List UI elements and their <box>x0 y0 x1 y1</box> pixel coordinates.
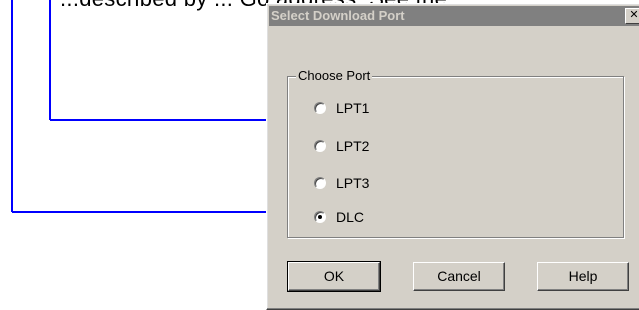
radio-label-lpt2: LPT2 <box>336 138 370 154</box>
dialog-titlebar[interactable]: Select Download Port ✕ <box>269 6 639 26</box>
help-button[interactable]: Help <box>537 262 629 291</box>
radio-selected-dot-icon <box>318 215 322 219</box>
radio-button-lpt3[interactable] <box>314 177 326 189</box>
group-label: Choose Port <box>296 68 373 84</box>
radio-button-dlc[interactable] <box>314 211 326 223</box>
select-download-port-dialog: Select Download Port ✕ Choose Port LPT1 … <box>266 3 639 310</box>
close-button[interactable]: ✕ <box>625 8 639 24</box>
radio-label-lpt1: LPT1 <box>336 100 370 116</box>
close-icon: ✕ <box>629 9 639 21</box>
radio-button-lpt1[interactable] <box>314 102 326 114</box>
cancel-button[interactable]: Cancel <box>413 262 505 291</box>
radio-label-lpt3: LPT3 <box>336 175 370 191</box>
ok-button[interactable]: OK <box>287 261 381 292</box>
dialog-title: Select Download Port <box>271 8 405 23</box>
radio-button-lpt2[interactable] <box>314 140 326 152</box>
radio-label-dlc: DLC <box>336 209 365 225</box>
choose-port-groupbox: Choose Port LPT1 LPT2 LPT3 DLC <box>287 68 624 238</box>
